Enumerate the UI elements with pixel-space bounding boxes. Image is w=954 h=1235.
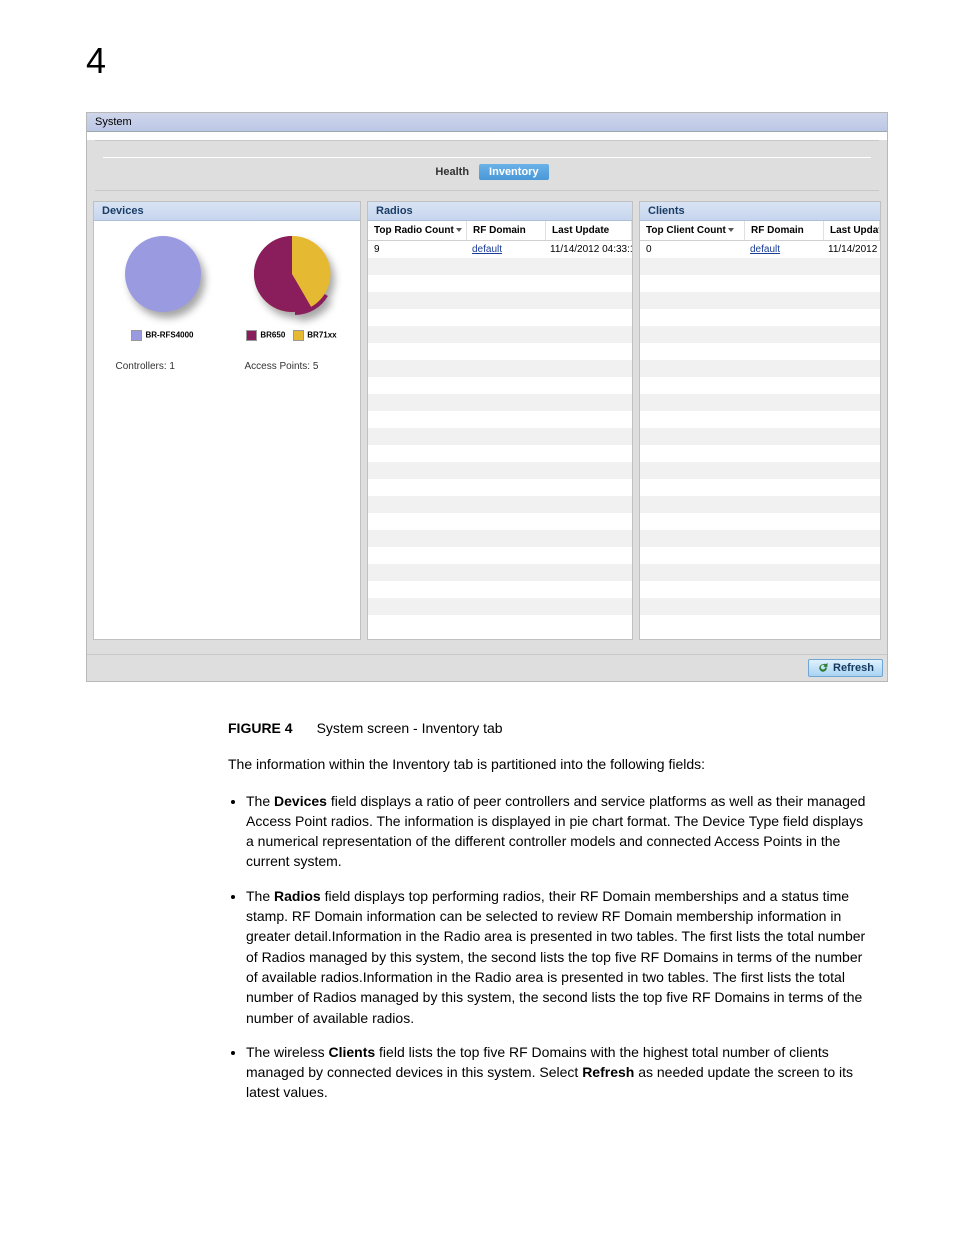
col-last-update[interactable]: Last Update [546,221,632,240]
table-row [640,496,880,513]
table-row [640,411,880,428]
devices-header: Devices [94,202,360,221]
clients-columns: Top Client Count RF Domain Last Update [640,221,880,241]
swatch-icon [246,330,257,341]
table-row [640,326,880,343]
bullet-item: The Devices field displays a ratio of pe… [246,791,868,872]
figure-label: FIGURE 4 [228,720,293,736]
table-row [640,394,880,411]
table-row [368,530,632,547]
legend-item: BR650 [246,330,285,341]
radios-panel: Radios Top Radio Count RF Domain Last Up… [367,201,633,640]
figure-caption-block: FIGURE 4 System screen - Inventory tab Th… [228,718,868,1103]
swatch-icon [131,330,142,341]
clients-rows: 0default11/14/2012 04:3 [640,241,880,639]
table-row [640,564,880,581]
table-row [368,462,632,479]
tab-inventory[interactable]: Inventory [479,164,549,180]
table-row [368,377,632,394]
col-rf-domain[interactable]: RF Domain [745,221,824,240]
table-row [640,292,880,309]
cell-count: 0 [640,244,744,255]
pie-icon [251,233,333,315]
refresh-button[interactable]: Refresh [808,659,883,677]
table-row [640,445,880,462]
tab-health[interactable]: Health [425,164,479,180]
sort-desc-icon [728,228,734,232]
radios-columns: Top Radio Count RF Domain Last Update [368,221,632,241]
table-row[interactable]: 0default11/14/2012 04:3 [640,241,880,258]
clients-header: Clients [640,202,880,221]
table-row [640,479,880,496]
tab-bar: Health Inventory [103,157,871,182]
table-row[interactable]: 9default11/14/2012 04:33:13 P [368,241,632,258]
ap-chart: BR650 BR71xx Access Points: 5 [237,233,347,372]
table-row [640,309,880,326]
controllers-chart: BR-RFS4000 Controllers: 1 [108,233,218,372]
table-row [368,513,632,530]
table-row [368,360,632,377]
figure-caption: System screen - Inventory tab [317,720,503,736]
table-row [368,343,632,360]
chart-caption: Controllers: 1 [108,361,218,372]
cell-domain[interactable]: default [466,244,544,255]
table-row [640,547,880,564]
table-row [640,377,880,394]
cell-count: 9 [368,244,466,255]
figure-intro: The information within the Inventory tab… [228,754,868,774]
pie-icon [122,233,204,315]
table-row [368,326,632,343]
legend-item: BR-RFS4000 [131,330,193,341]
figure-bullets: The Devices field displays a ratio of pe… [228,791,868,1103]
cell-domain[interactable]: default [744,244,822,255]
bullet-item: The Radios field displays top performing… [246,886,868,1028]
table-row [368,581,632,598]
table-row [368,292,632,309]
table-row [368,615,632,632]
table-row [368,411,632,428]
cell-update: 11/14/2012 04:3 [822,244,880,255]
devices-panel: Devices BR-RFS4000 Controllers: 1 [93,201,361,640]
radios-header: Radios [368,202,632,221]
refresh-icon [817,662,829,674]
table-row [640,462,880,479]
col-top-client-count[interactable]: Top Client Count [640,221,745,240]
col-last-update[interactable]: Last Update [824,221,880,240]
bullet-item: The wireless Clients field lists the top… [246,1042,868,1103]
app-window: System Health Inventory Devices [86,112,888,682]
table-row [640,258,880,275]
table-row [368,564,632,581]
legend-item: BR71xx [293,330,336,341]
window-title: System [87,113,887,132]
table-row [640,513,880,530]
sort-desc-icon [456,228,462,232]
chart-caption: Access Points: 5 [237,361,347,372]
table-row [368,258,632,275]
table-row [368,275,632,292]
table-row [368,547,632,564]
col-top-radio-count[interactable]: Top Radio Count [368,221,467,240]
table-row [640,428,880,445]
table-row [368,496,632,513]
cell-update: 11/14/2012 04:33:13 P [544,244,632,255]
table-row [640,530,880,547]
table-row [368,479,632,496]
table-row [640,360,880,377]
clients-panel: Clients Top Client Count RF Domain Last … [639,201,881,640]
table-row [368,394,632,411]
table-row [368,445,632,462]
table-row [640,615,880,632]
table-row [368,309,632,326]
table-row [640,598,880,615]
radios-rows: 9default11/14/2012 04:33:13 P [368,241,632,639]
table-row [640,581,880,598]
col-rf-domain[interactable]: RF Domain [467,221,546,240]
table-row [368,428,632,445]
page-number: 4 [86,40,954,82]
swatch-icon [293,330,304,341]
table-row [640,343,880,360]
table-row [640,275,880,292]
table-row [368,598,632,615]
